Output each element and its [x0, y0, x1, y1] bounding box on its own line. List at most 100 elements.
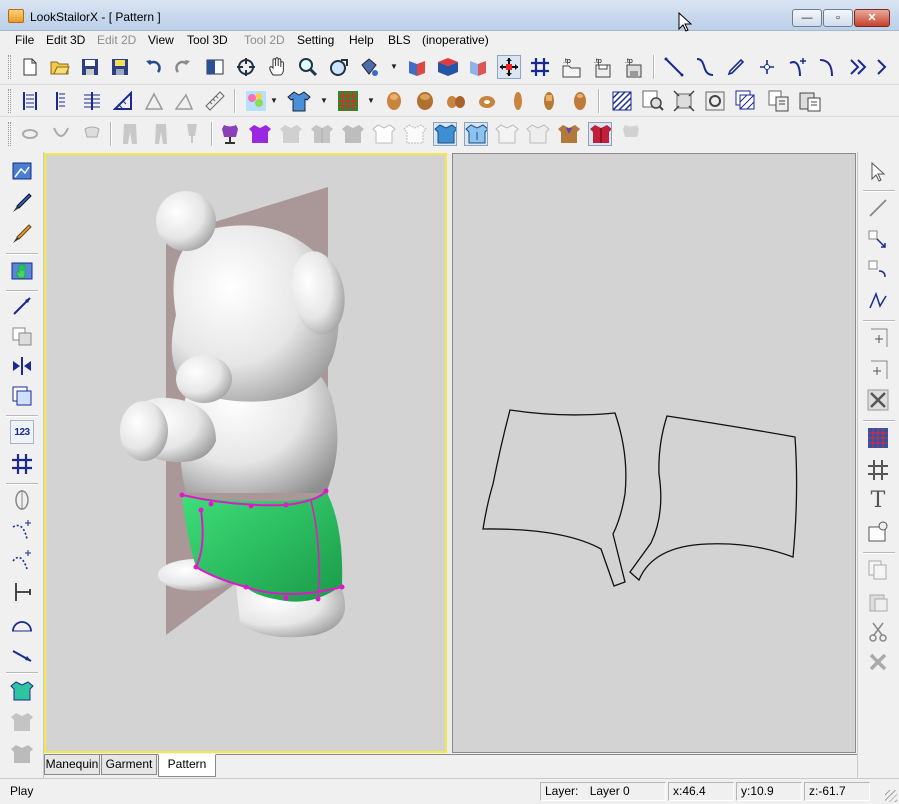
shirt-blue-icon[interactable]	[433, 122, 457, 146]
shirt-outline-2-icon[interactable]	[403, 122, 427, 146]
pants-long-icon[interactable]	[149, 122, 173, 146]
open-folder-icon[interactable]	[48, 55, 72, 79]
grid-hash-icon[interactable]	[866, 458, 890, 482]
grid-hash-icon[interactable]	[10, 452, 34, 476]
paste-icon[interactable]	[798, 89, 822, 113]
split-view-icon[interactable]	[203, 55, 227, 79]
rotate-page-icon[interactable]	[703, 89, 727, 113]
paste-pages-icon[interactable]	[866, 590, 890, 614]
coat-red-icon[interactable]	[588, 122, 612, 146]
align-left-icon[interactable]	[18, 89, 42, 113]
viewport-3d[interactable]	[44, 153, 447, 753]
save-tp-icon[interactable]: .tp	[591, 55, 615, 79]
text-t-icon[interactable]: T	[866, 488, 890, 513]
stack-icon[interactable]	[466, 55, 490, 79]
vest-brown-icon[interactable]	[557, 122, 581, 146]
shirt-green-icon[interactable]	[10, 679, 34, 703]
points-icon[interactable]	[866, 288, 890, 312]
menu-tool-2d[interactable]: Tool 2D	[244, 33, 285, 47]
select-arrow-icon[interactable]	[866, 160, 890, 184]
line-tool-icon[interactable]	[662, 55, 686, 79]
save-icon[interactable]	[78, 55, 102, 79]
tab-manequin[interactable]: Manequin	[44, 755, 100, 775]
tshirt-grey-icon[interactable]	[279, 122, 303, 146]
shirt-outline-icon[interactable]	[372, 122, 396, 146]
chevron-double-icon[interactable]	[846, 55, 870, 79]
rotate-view-icon[interactable]	[234, 55, 258, 79]
shirt-grey-icon[interactable]	[341, 122, 365, 146]
copy-pages-icon[interactable]	[866, 558, 890, 582]
mirror-icon[interactable]	[10, 354, 34, 378]
add-curve-icon[interactable]	[786, 55, 810, 79]
viewport-2d[interactable]	[452, 153, 856, 753]
resize-grip[interactable]	[885, 790, 897, 802]
dropdown-arrow-icon[interactable]: ▼	[320, 89, 328, 113]
cross-icon[interactable]	[866, 388, 890, 412]
frame-a-icon[interactable]	[866, 326, 890, 350]
body-back-icon[interactable]	[413, 89, 437, 113]
menu-bls[interactable]: BLS	[388, 33, 411, 47]
layers-icon[interactable]	[10, 384, 34, 408]
number-123-icon[interactable]: 123	[10, 420, 34, 444]
line-draw-icon[interactable]	[10, 294, 34, 318]
shirt-grey-b-icon[interactable]	[10, 742, 34, 766]
fit-view-icon[interactable]	[327, 55, 351, 79]
body-slim-icon[interactable]	[506, 89, 530, 113]
move-cross-icon[interactable]	[497, 55, 521, 79]
jacket-grey-icon[interactable]	[310, 122, 334, 146]
fit-page-icon[interactable]	[672, 89, 696, 113]
shirt-blue-sel-icon[interactable]	[464, 122, 488, 146]
dress-form-purple-icon[interactable]	[218, 122, 242, 146]
book-icon[interactable]	[436, 55, 460, 79]
delete-x-icon[interactable]	[866, 650, 890, 674]
pants-icon[interactable]	[118, 122, 142, 146]
body-torso-icon[interactable]	[444, 89, 468, 113]
menu-edit-3d[interactable]: Edit 3D	[46, 33, 85, 47]
triangle-outline-icon[interactable]	[172, 89, 196, 113]
bezier-icon[interactable]	[816, 55, 840, 79]
body-thin-icon[interactable]	[537, 89, 561, 113]
pattern-piece-left[interactable]	[482, 409, 627, 587]
align-center-icon[interactable]	[49, 89, 73, 113]
menu-view[interactable]: View	[148, 33, 174, 47]
shirt-white-icon[interactable]	[495, 122, 519, 146]
hatch-icon[interactable]	[610, 89, 634, 113]
blocks-icon[interactable]	[10, 324, 34, 348]
collar-high-icon[interactable]	[80, 122, 104, 146]
arc-icon[interactable]	[10, 612, 34, 636]
shirt-color-icon[interactable]	[287, 89, 311, 113]
scissors-icon[interactable]	[866, 620, 890, 644]
shirt-grey-a-icon[interactable]	[10, 710, 34, 734]
menu-tool-3d[interactable]: Tool 3D	[187, 33, 228, 47]
ruler-angle-icon[interactable]	[111, 89, 135, 113]
shirt-white-2-icon[interactable]	[526, 122, 550, 146]
dress-form-icon[interactable]	[180, 122, 204, 146]
grid-color-icon[interactable]	[336, 89, 360, 113]
grid-color-icon[interactable]	[866, 426, 890, 450]
measure-icon[interactable]	[405, 55, 429, 79]
curve-tool-icon[interactable]	[693, 55, 717, 79]
pattern-stack-icon[interactable]	[734, 89, 758, 113]
body-arm-icon[interactable]	[568, 89, 592, 113]
save-tp-as-icon[interactable]: .tp	[622, 55, 646, 79]
mannequin-scene[interactable]	[46, 155, 445, 751]
notch-icon[interactable]	[866, 520, 890, 544]
dropdown-arrow-icon[interactable]: ▼	[367, 89, 375, 113]
menu-help[interactable]: Help	[349, 33, 374, 47]
tab-pattern[interactable]: Pattern	[158, 754, 216, 777]
more-icon[interactable]	[872, 55, 892, 79]
dropdown-arrow-icon[interactable]: ▼	[390, 55, 398, 79]
tab-garment[interactable]: Garment	[101, 755, 157, 775]
menu-edit-2d[interactable]: Edit 2D	[97, 33, 136, 47]
transform-b-icon[interactable]	[866, 258, 890, 282]
minimize-button[interactable]: —	[792, 9, 822, 27]
pattern-canvas[interactable]	[453, 154, 855, 752]
grid-icon[interactable]	[528, 55, 552, 79]
collar-v-icon[interactable]	[49, 122, 73, 146]
zoom-icon[interactable]	[296, 55, 320, 79]
line-diag-icon[interactable]	[10, 642, 34, 666]
dropdown-arrow-icon[interactable]: ▼	[270, 89, 278, 113]
pan-hand-icon[interactable]	[265, 55, 289, 79]
menu-file[interactable]: File	[15, 33, 34, 47]
save-all-icon[interactable]	[108, 55, 132, 79]
